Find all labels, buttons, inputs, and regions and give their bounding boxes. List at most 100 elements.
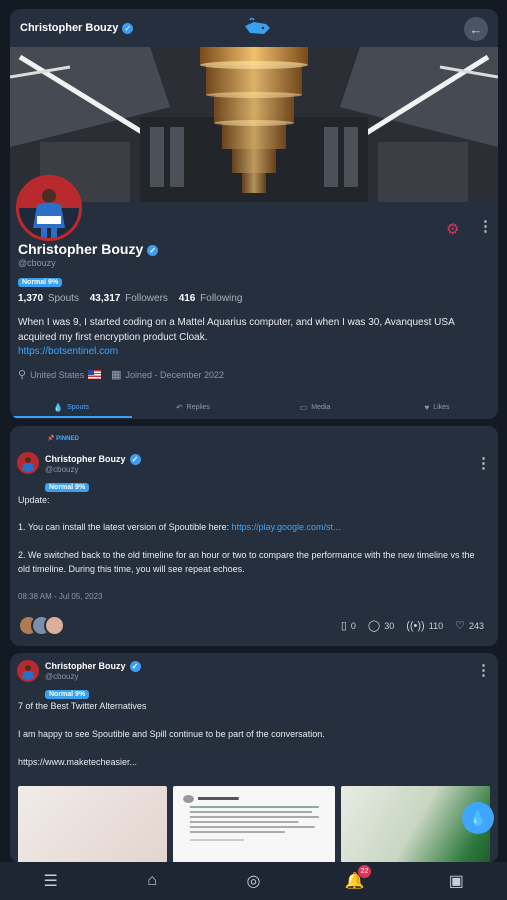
avatar <box>44 615 65 636</box>
post-image[interactable] <box>173 786 335 863</box>
pinned-label: 📌 PINNED <box>47 435 79 442</box>
us-flag-icon <box>88 370 102 379</box>
back-button[interactable]: ← <box>464 17 488 41</box>
profile-badge: Normal 9% <box>18 271 63 289</box>
echo-count: 110 <box>428 620 444 631</box>
verified-icon: ✓ <box>129 661 141 673</box>
badge-text: Normal 9% <box>18 278 63 287</box>
post-text-line: 2. We switched back to the old timeline … <box>18 550 475 574</box>
post-link[interactable]: https://play.google.com/st... <box>232 522 341 532</box>
notification-count: 22 <box>357 865 371 878</box>
post-badge: Normal 9% <box>45 476 90 494</box>
location-icon: ⚲ <box>18 369 27 381</box>
tab-replies[interactable]: ↶ Replies <box>132 395 254 419</box>
post-text-line: 1. You can install the latest version of… <box>18 520 488 534</box>
following-count: 416 <box>178 293 196 304</box>
post-text: 1. You can install the latest version of… <box>18 522 232 532</box>
calendar-icon: ▦ <box>111 369 122 381</box>
messages-button[interactable]: ▣ <box>436 871 476 891</box>
bookmark-count: 0 <box>350 620 356 631</box>
image-icon: ▭ <box>299 402 308 412</box>
author-name: Christopher Bouzy <box>45 454 126 464</box>
post-card[interactable]: 📌 PINNED Christopher Bouzy ✓ @cbouzy Norm… <box>10 426 498 646</box>
comment-count: 30 <box>384 620 395 631</box>
post-text-line: I am happy to see Spoutible and Spill co… <box>18 729 325 739</box>
profile-card: Christopher Bouzy ✓ ← ⚙ ⋮ Christopher Bo… <box>10 9 498 419</box>
followers-label: Followers <box>125 293 168 304</box>
avatar[interactable] <box>17 660 39 682</box>
post-link[interactable]: https://www.maketecheasier... <box>18 755 488 769</box>
tab-label: Spouts <box>67 403 89 411</box>
tab-label: Likes <box>433 403 450 411</box>
post-handle[interactable]: @cbouzy <box>45 672 78 681</box>
app-root: Christopher Bouzy ✓ ← ⚙ ⋮ Christopher Bo… <box>0 0 507 900</box>
arrow-left-icon: ← <box>469 21 483 37</box>
message-icon: ▣ <box>448 873 464 890</box>
reply-icon: ↶ <box>175 402 183 412</box>
profile-banner <box>10 47 498 202</box>
comment-button[interactable]: ◯ 30 <box>368 619 394 632</box>
tab-likes[interactable]: ♥ Likes <box>376 395 498 419</box>
tab-media[interactable]: ▭ Media <box>254 395 376 419</box>
compass-icon: ◎ <box>246 873 261 890</box>
verified-icon: ✓ <box>122 22 134 34</box>
bottom-nav: ☰ ⌂ ◎ 🔔 22 ▣ <box>0 862 507 900</box>
home-icon: ⌂ <box>147 872 157 889</box>
active-tab-indicator <box>10 416 132 418</box>
tab-label: Replies <box>186 403 211 411</box>
tab-label: Media <box>311 403 331 411</box>
following-label: Following <box>200 293 243 304</box>
badge-text: Normal 9% <box>45 483 90 492</box>
profile-website-link[interactable]: https://botsentinel.com <box>18 346 118 357</box>
notifications-button[interactable]: 🔔 22 <box>335 865 375 891</box>
post-author[interactable]: Christopher Bouzy ✓ <box>45 454 141 466</box>
profile-meta: ⚲ United States ▦ Joined - December 2022 <box>18 368 224 381</box>
post-text-line: Update: <box>18 495 50 505</box>
droplet-icon: 💧 <box>469 809 487 826</box>
reaction-avatars[interactable] <box>18 615 65 636</box>
compose-button[interactable]: 💧 <box>462 802 494 834</box>
menu-button[interactable]: ☰ <box>31 871 71 891</box>
verified-icon: ✓ <box>129 454 141 466</box>
profile-bio: When I was 9, I started coding on a Matt… <box>18 317 455 343</box>
followers-stat[interactable]: 43,317 Followers <box>90 293 168 304</box>
bookmark-icon: ▯ <box>340 620 347 632</box>
post-card[interactable]: Christopher Bouzy ✓ @cbouzy Normal 9% ⋮ 7… <box>10 653 498 863</box>
spouts-label: Spouts <box>47 293 79 304</box>
droplet-icon: 💧 <box>53 402 64 412</box>
post-handle[interactable]: @cbouzy <box>45 465 78 474</box>
profile-stats: 1,370 Spouts 43,317 Followers 416 Follow… <box>18 293 250 304</box>
menu-icon: ☰ <box>43 873 58 890</box>
heart-icon: ♥ <box>424 402 430 412</box>
post-image[interactable] <box>18 786 168 863</box>
following-stat[interactable]: 416 Following <box>179 293 243 304</box>
top-bar: Christopher Bouzy ✓ ← <box>10 9 498 47</box>
profile-name-text: Christopher Bouzy <box>18 241 144 257</box>
like-button[interactable]: ♡ 243 <box>455 619 484 632</box>
home-button[interactable]: ⌂ <box>132 872 172 890</box>
header-name: Christopher Bouzy <box>20 22 119 34</box>
post-author[interactable]: Christopher Bouzy ✓ <box>45 661 141 673</box>
post-text-line: 7 of the Best Twitter Alternatives <box>18 701 147 711</box>
joined-text: Joined - December 2022 <box>125 369 225 380</box>
profile-avatar[interactable] <box>16 175 82 241</box>
post-more-icon[interactable]: ⋮ <box>476 456 491 471</box>
profile-handle: @cbouzy <box>18 258 56 268</box>
like-count: 243 <box>468 620 484 631</box>
followers-count: 43,317 <box>89 293 121 304</box>
bookmark-button[interactable]: ▯ 0 <box>341 619 356 632</box>
badge-text: Normal 9% <box>45 690 90 699</box>
comment-icon: ◯ <box>367 620 381 632</box>
profile-more-icon[interactable]: ⋮ <box>478 219 493 234</box>
discover-button[interactable]: ◎ <box>233 871 273 891</box>
spoutible-logo-icon[interactable] <box>242 16 272 43</box>
echo-button[interactable]: ((•)) 110 <box>406 619 443 632</box>
post-actions: ▯ 0 ◯ 30 ((•)) 110 ♡ 243 <box>329 619 484 633</box>
pinned-text: PINNED <box>56 436 79 442</box>
avatar[interactable] <box>17 452 39 474</box>
post-more-icon[interactable]: ⋮ <box>476 663 491 678</box>
echo-icon: ((•)) <box>406 619 425 632</box>
spouts-stat[interactable]: 1,370 Spouts <box>18 293 79 304</box>
pin-icon: 📌 <box>47 436 55 442</box>
gear-icon[interactable]: ⚙ <box>446 220 459 238</box>
